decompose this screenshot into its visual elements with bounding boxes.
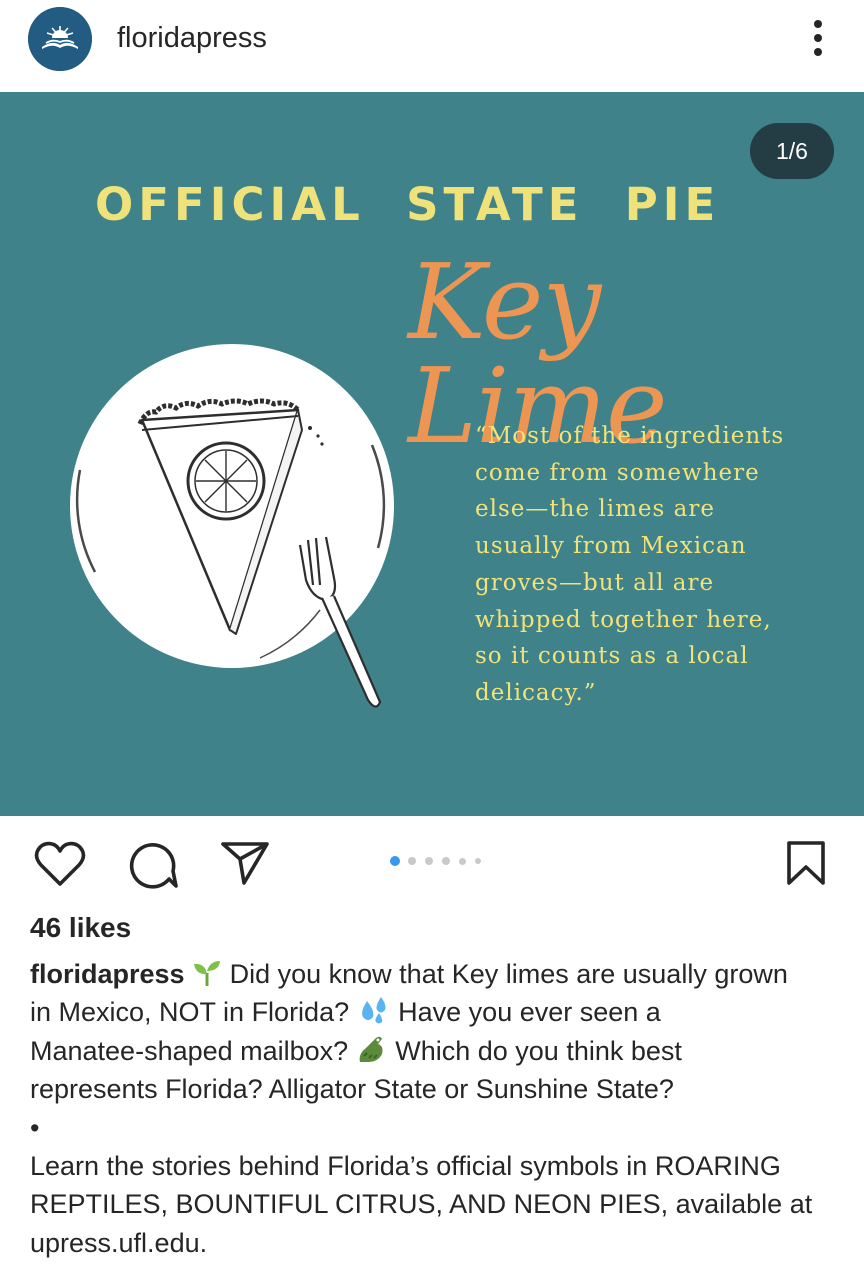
share-button[interactable] bbox=[220, 840, 270, 891]
caption-username[interactable]: floridapress bbox=[30, 959, 185, 989]
carousel-dot bbox=[390, 856, 400, 866]
avatar[interactable] bbox=[28, 7, 92, 71]
crocodile-emoji-icon bbox=[356, 1034, 388, 1074]
more-vertical-icon bbox=[814, 20, 822, 28]
save-button[interactable] bbox=[786, 840, 826, 891]
carousel-dot bbox=[442, 857, 450, 865]
caption-line: REPTILES, BOUNTIFUL CITRUS, AND NEON PIE… bbox=[30, 1189, 813, 1220]
carousel-dot bbox=[408, 857, 416, 865]
caption-bullet: • bbox=[30, 1112, 40, 1143]
post-image[interactable]: 1/6 OFFICIAL STATE PIE Key Lime “Most of… bbox=[0, 92, 864, 816]
likes-count[interactable]: 46 likes bbox=[30, 912, 131, 944]
post-username[interactable]: floridapress bbox=[117, 22, 267, 55]
caption-line: in Mexico, NOT in Florida? Have you ever… bbox=[30, 993, 850, 1031]
more-options-button[interactable] bbox=[800, 16, 836, 60]
image-quote: “Most of the ingredients come from somew… bbox=[475, 423, 785, 706]
sweat-droplets-emoji-icon bbox=[357, 995, 391, 1035]
carousel-dot bbox=[425, 857, 433, 865]
post-header: floridapress bbox=[0, 0, 864, 92]
caption-line: represents Florida? Alligator State or S… bbox=[30, 1074, 674, 1105]
carousel-counter: 1/6 bbox=[750, 123, 834, 179]
image-headline: OFFICIAL STATE PIE bbox=[95, 178, 721, 231]
seedling-emoji-icon bbox=[192, 959, 222, 997]
carousel-dot bbox=[459, 858, 466, 865]
carousel-dot bbox=[475, 858, 481, 864]
comment-button[interactable] bbox=[128, 840, 178, 895]
bookmark-icon bbox=[787, 841, 825, 885]
caption-line: upress.ufl.edu. bbox=[30, 1227, 208, 1258]
comment-bubble-icon bbox=[129, 843, 178, 889]
florida-press-sunrise-logo-icon bbox=[28, 7, 92, 71]
caption-line: Learn the stories behind Florida’s offic… bbox=[30, 1150, 781, 1181]
caption-line: floridapress Did you know that Key limes… bbox=[30, 955, 850, 993]
like-button[interactable] bbox=[34, 840, 86, 893]
caption-line: Manatee-shaped mailbox? Which do you thi… bbox=[30, 1032, 850, 1070]
paper-plane-icon bbox=[221, 842, 269, 885]
heart-icon bbox=[34, 841, 86, 886]
post-caption: floridapress Did you know that Key limes… bbox=[30, 955, 850, 1262]
